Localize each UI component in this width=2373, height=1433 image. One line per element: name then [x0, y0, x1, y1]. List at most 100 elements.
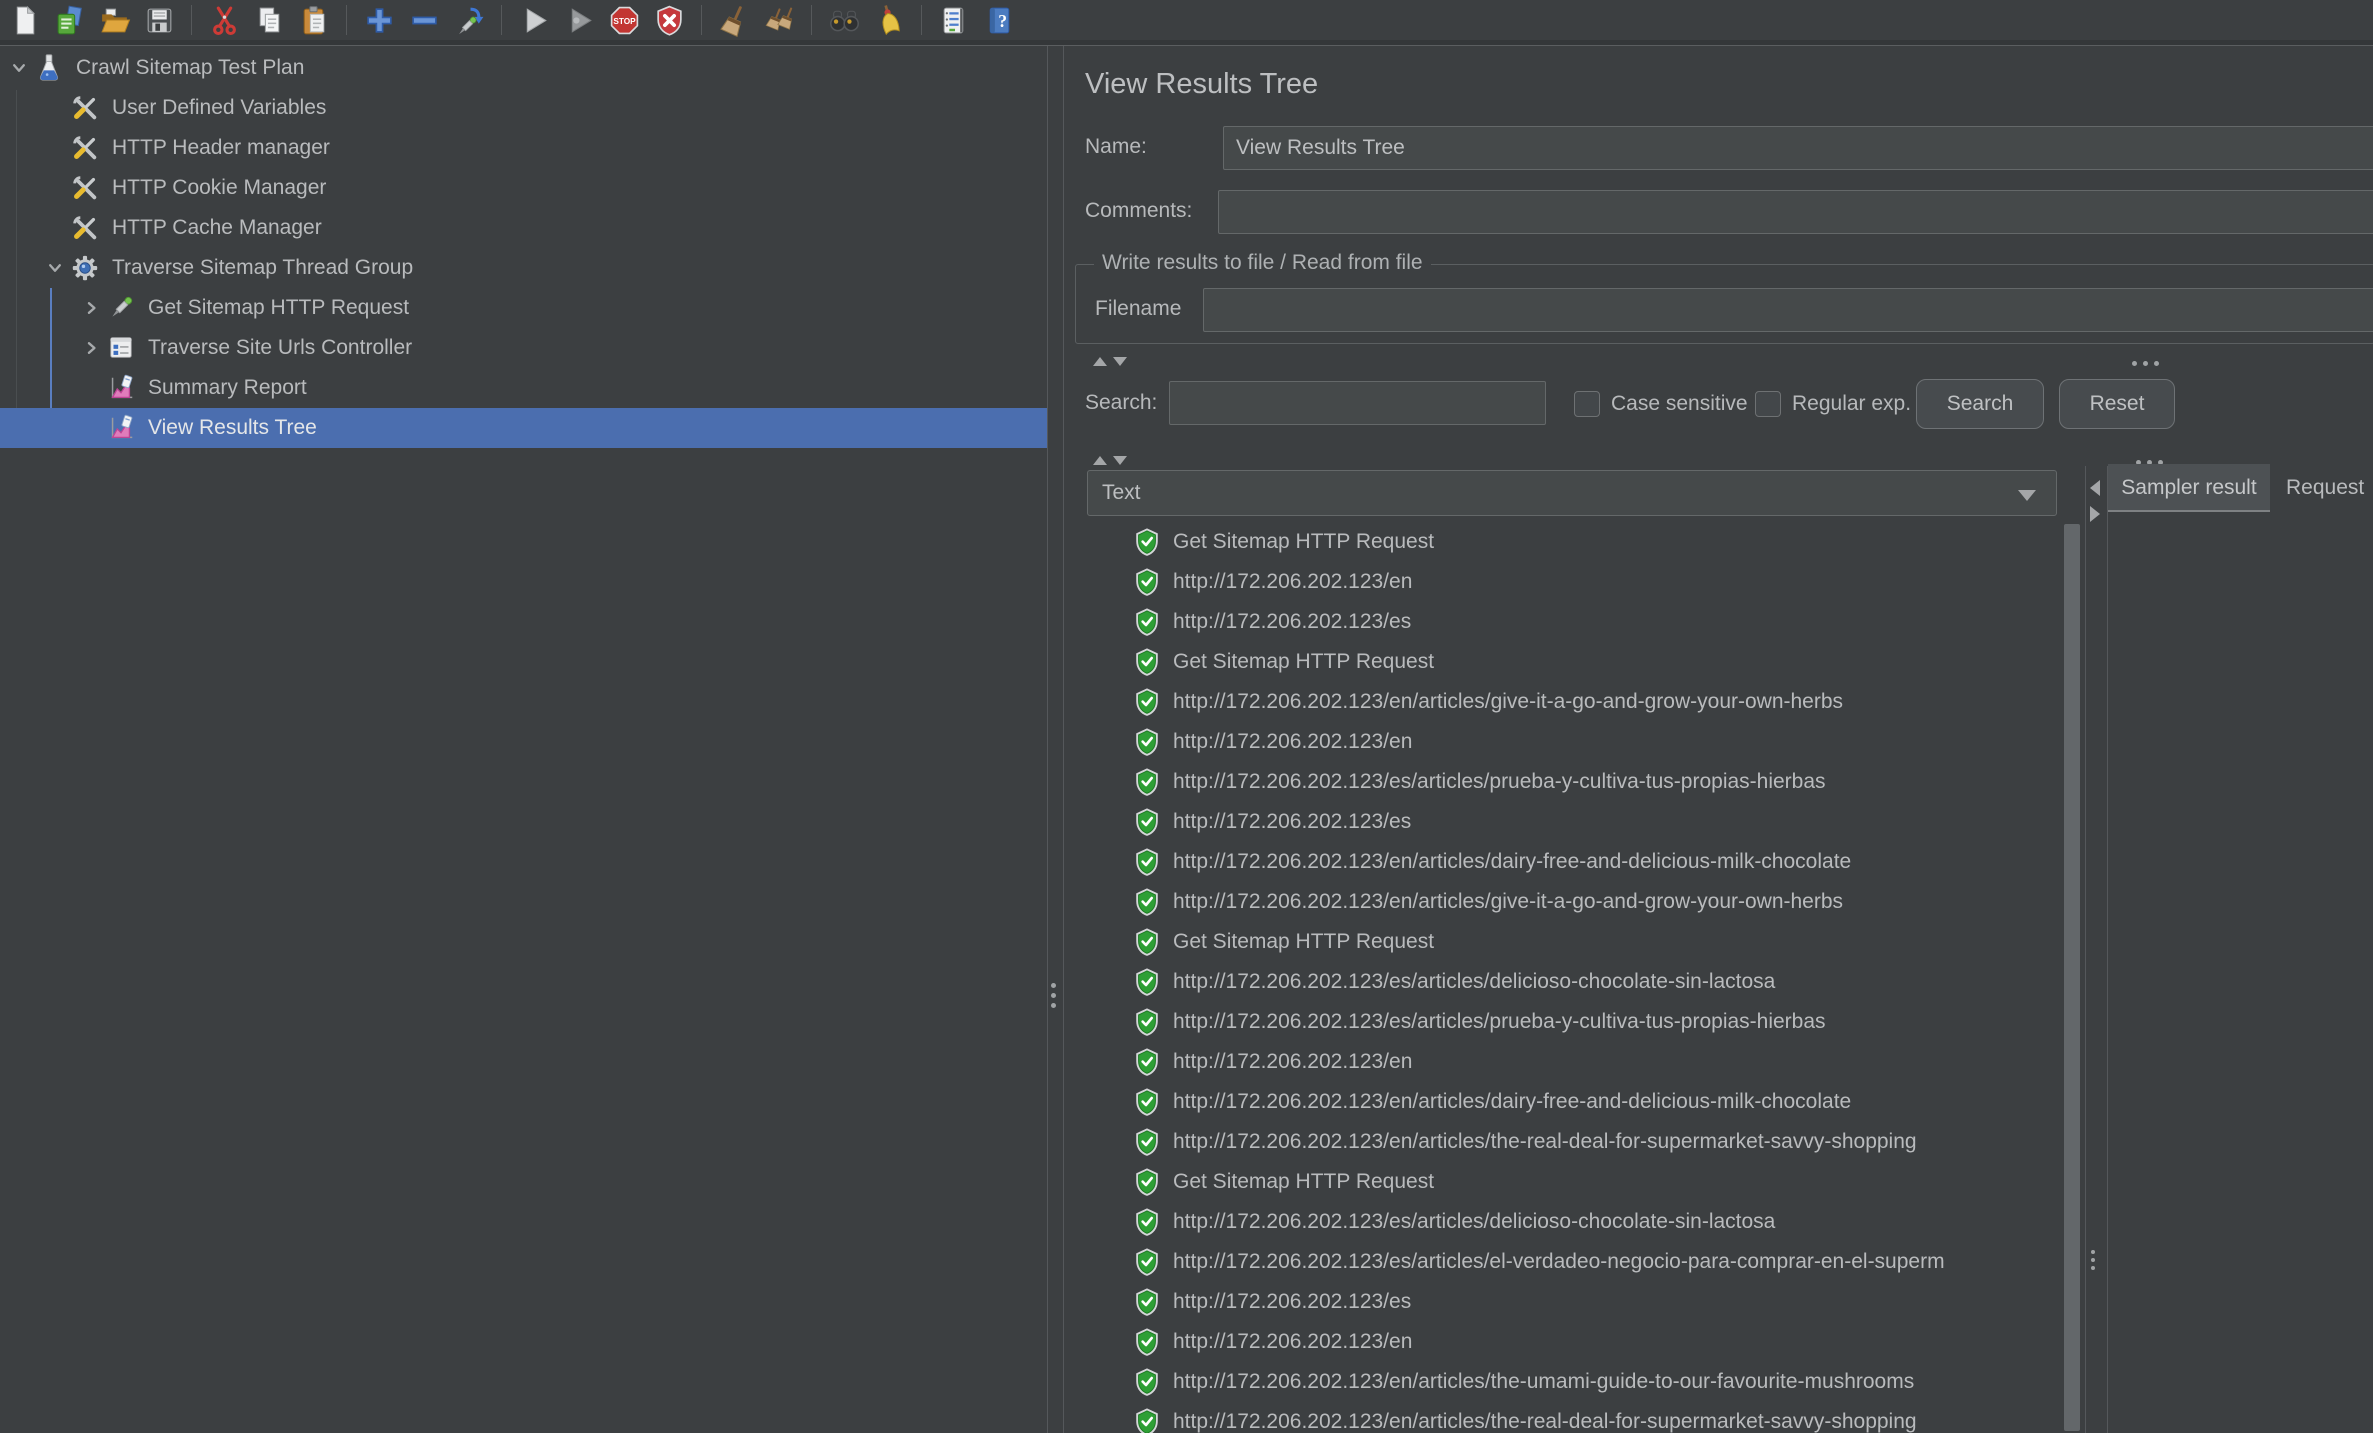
result-row[interactable]: http://172.206.202.123/en/articles/give-… — [1064, 682, 2062, 722]
toolbar-button-open-file[interactable] — [96, 2, 132, 38]
detail-splitter-line[interactable] — [2085, 466, 2086, 1433]
toolbar-button-search[interactable] — [826, 2, 862, 38]
chevron-spacer — [78, 415, 104, 441]
result-label: Get Sitemap HTTP Request — [1173, 1170, 1434, 1194]
toolbar-button-collapse-all[interactable] — [406, 2, 442, 38]
collapse-toggle-icons[interactable] — [1093, 353, 1127, 371]
search-button[interactable]: Search — [1916, 379, 2044, 429]
result-row[interactable]: http://172.206.202.123/es — [1064, 1282, 2062, 1322]
result-row[interactable]: http://172.206.202.123/es/articles/delic… — [1064, 1202, 2062, 1242]
toolbar-button-stop[interactable]: STOP — [606, 2, 642, 38]
search-input[interactable] — [1169, 381, 1546, 425]
toolbar-button-help[interactable]: ? — [981, 2, 1017, 38]
tree-splitter-handle[interactable] — [1051, 978, 1056, 1013]
result-row[interactable]: Get Sitemap HTTP Request — [1064, 1162, 2062, 1202]
result-row[interactable]: http://172.206.202.123/en/articles/the-u… — [1064, 1362, 2062, 1402]
tab-request[interactable]: Request — [2270, 464, 2373, 512]
case-sensitive-checkbox[interactable] — [1574, 391, 1600, 417]
result-row[interactable]: http://172.206.202.123/es — [1064, 602, 2062, 642]
toolbar-button-copy[interactable] — [251, 2, 287, 38]
results-chart-icon — [106, 373, 136, 403]
tree-item-http-cache-manager[interactable]: HTTP Cache Manager — [0, 208, 1047, 248]
toolbar-button-paste[interactable] — [296, 2, 332, 38]
tree-item-get-sitemap-http-request[interactable]: Get Sitemap HTTP Request — [0, 288, 1047, 328]
toolbar-button-start[interactable] — [516, 2, 552, 38]
shield-check-icon — [1132, 767, 1162, 797]
result-row[interactable]: Get Sitemap HTTP Request — [1064, 642, 2062, 682]
tree-item-summary-report[interactable]: Summary Report — [0, 368, 1047, 408]
toolbar-button-toggle[interactable] — [451, 2, 487, 38]
tree-item-label: Summary Report — [148, 376, 307, 400]
comments-input[interactable] — [1218, 190, 2373, 234]
help-icon: ? — [983, 4, 1016, 37]
shield-check-icon — [1132, 1327, 1162, 1357]
result-row[interactable]: http://172.206.202.123/en/articles/the-r… — [1064, 1402, 2062, 1433]
regular-exp-checkbox[interactable] — [1755, 391, 1781, 417]
result-row[interactable]: http://172.206.202.123/en/articles/dairy… — [1064, 1082, 2062, 1122]
result-row[interactable]: http://172.206.202.123/en — [1064, 562, 2062, 602]
collapse-toggle-icons[interactable] — [1093, 452, 1127, 470]
start-no-pauses-icon — [563, 4, 596, 37]
result-row[interactable]: http://172.206.202.123/en/articles/give-… — [1064, 882, 2062, 922]
result-row[interactable]: http://172.206.202.123/es/articles/el-ve… — [1064, 1242, 2062, 1282]
result-row[interactable]: http://172.206.202.123/en/articles/dairy… — [1064, 842, 2062, 882]
chevron-down-icon[interactable] — [6, 55, 32, 81]
tree-item-traverse-site-urls-controller[interactable]: Traverse Site Urls Controller — [0, 328, 1047, 368]
write-results-group-title: Write results to file / Read from file — [1094, 251, 1431, 275]
chevron-down-icon[interactable] — [42, 255, 68, 281]
result-row[interactable]: Get Sitemap HTTP Request — [1064, 522, 2062, 562]
result-row[interactable]: http://172.206.202.123/es/articles/delic… — [1064, 962, 2062, 1002]
results-scrollbar[interactable] — [2064, 524, 2080, 1431]
toolbar-button-start-no-pauses[interactable] — [561, 2, 597, 38]
result-row[interactable]: http://172.206.202.123/en — [1064, 1322, 2062, 1362]
result-row[interactable]: http://172.206.202.123/en — [1064, 1042, 2062, 1082]
toolbar-separator — [501, 5, 502, 35]
toolbar-button-expand-all[interactable] — [361, 2, 397, 38]
tree-item-label: Crawl Sitemap Test Plan — [76, 56, 304, 80]
chevron-right-icon[interactable] — [78, 335, 104, 361]
tree-item-crawl-sitemap-test-plan[interactable]: Crawl Sitemap Test Plan — [0, 48, 1047, 88]
name-input[interactable] — [1223, 126, 2373, 170]
splitter-grip-icon[interactable] — [2129, 355, 2162, 373]
chevron-spacer — [42, 215, 68, 241]
detail-splitter-line[interactable] — [2107, 466, 2108, 1433]
toolbar-button-shutdown[interactable] — [651, 2, 687, 38]
splitter-collapse-right-icon[interactable] — [2090, 506, 2100, 522]
toolbar-button-templates[interactable] — [51, 2, 87, 38]
result-row[interactable]: http://172.206.202.123/en/articles/the-r… — [1064, 1122, 2062, 1162]
toolbar-button-clear[interactable] — [716, 2, 752, 38]
tree-item-view-results-tree[interactable]: View Results Tree — [0, 408, 1047, 448]
toolbar-separator — [921, 5, 922, 35]
tab-sampler-result[interactable]: Sampler result — [2108, 464, 2270, 512]
chevron-right-icon[interactable] — [78, 295, 104, 321]
toolbar-button-new-file[interactable] — [6, 2, 42, 38]
result-label: http://172.206.202.123/en/articles/the-r… — [1173, 1130, 1917, 1154]
reset-button[interactable]: Reset — [2059, 379, 2175, 429]
splitter-collapse-left-icon[interactable] — [2090, 480, 2100, 496]
result-row[interactable]: http://172.206.202.123/en — [1064, 722, 2062, 762]
tree-splitter-line[interactable] — [1047, 46, 1048, 1433]
result-row[interactable]: Get Sitemap HTTP Request — [1064, 922, 2062, 962]
toolbar-button-save[interactable] — [141, 2, 177, 38]
toolbar-button-function-helper[interactable] — [936, 2, 972, 38]
tree-item-user-defined-variables[interactable]: User Defined Variables — [0, 88, 1047, 128]
display-format-select[interactable]: Text — [1087, 470, 2057, 516]
tree-item-traverse-sitemap-thread-group[interactable]: Traverse Sitemap Thread Group — [0, 248, 1047, 288]
toolbar-button-clear-all[interactable] — [761, 2, 797, 38]
result-row[interactable]: http://172.206.202.123/es/articles/prueb… — [1064, 762, 2062, 802]
result-row[interactable]: http://172.206.202.123/es — [1064, 802, 2062, 842]
name-label: Name: — [1085, 135, 1147, 159]
chevron-down-icon — [2018, 490, 2036, 501]
detail-splitter-handle[interactable] — [2091, 1246, 2095, 1274]
filename-input[interactable] — [1203, 288, 2373, 332]
tree-item-label: HTTP Cookie Manager — [112, 176, 326, 200]
results-list: Get Sitemap HTTP Requesthttp://172.206.2… — [1064, 522, 2062, 1433]
result-row[interactable]: http://172.206.202.123/es/articles/prueb… — [1064, 1002, 2062, 1042]
toolbar-button-cut[interactable] — [206, 2, 242, 38]
filename-label: Filename — [1095, 297, 1181, 321]
tab-label: Request — [2286, 476, 2364, 500]
tree-item-http-cookie-manager[interactable]: HTTP Cookie Manager — [0, 168, 1047, 208]
toolbar-button-search-reset[interactable] — [871, 2, 907, 38]
tree-item-http-header-manager[interactable]: HTTP Header manager — [0, 128, 1047, 168]
stop-icon: STOP — [608, 4, 641, 37]
